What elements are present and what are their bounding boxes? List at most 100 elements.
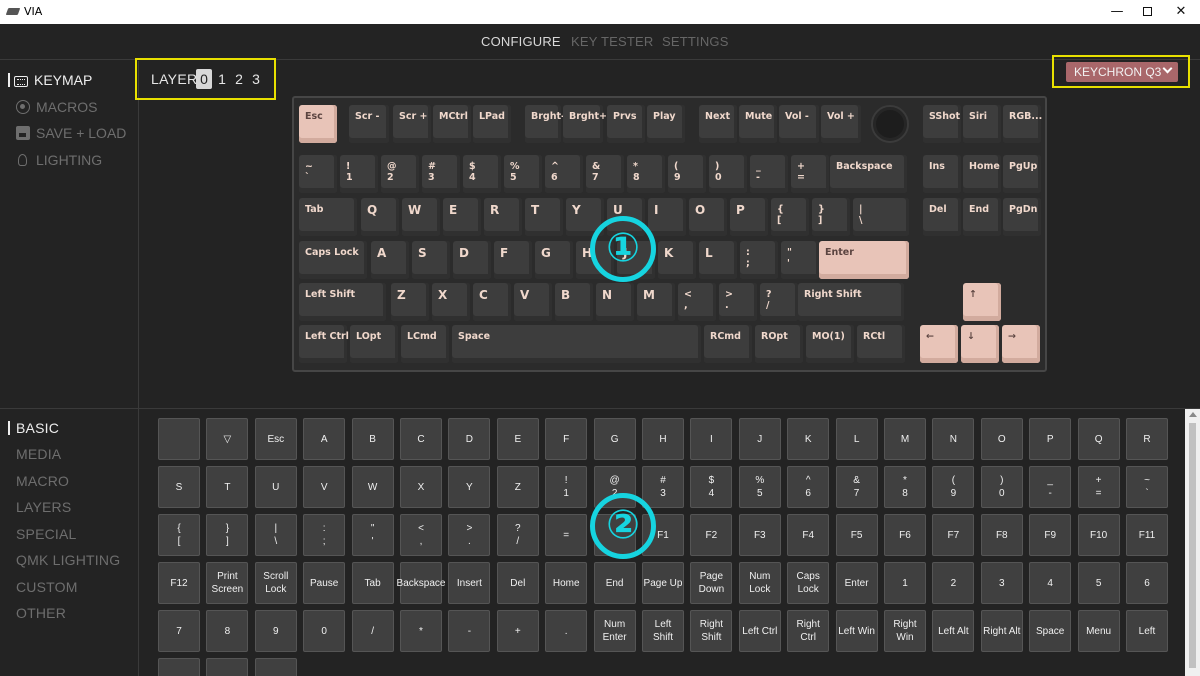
key-row5-6[interactable]: MO(1) xyxy=(806,325,854,363)
key-row1-15[interactable]: Home xyxy=(963,155,1001,193)
key-row5-1[interactable]: LOpt xyxy=(350,325,398,363)
key-row0-11[interactable]: Vol - xyxy=(779,105,819,143)
key-row2-1[interactable]: Q xyxy=(361,198,399,236)
maximize-button[interactable] xyxy=(1129,0,1165,24)
keycode-2-7[interactable]: ? / xyxy=(496,514,539,556)
keycode-0-18[interactable]: P xyxy=(1029,418,1072,460)
tab-key-tester[interactable]: KEY TESTER xyxy=(571,34,653,49)
key-row1-6[interactable]: ^ 6 xyxy=(545,155,583,193)
sidebar-item-save-load[interactable]: SAVE + LOAD xyxy=(16,124,126,142)
key-row4-7[interactable]: M xyxy=(637,283,675,321)
keycode-3-4[interactable]: Tab xyxy=(351,562,394,604)
category-macro[interactable]: MACRO xyxy=(16,473,69,489)
key-row4-1[interactable]: Z xyxy=(391,283,429,321)
keycode-4-19[interactable]: Menu xyxy=(1077,610,1120,652)
key-row4-12[interactable]: ↑ xyxy=(963,283,1001,321)
keycode-4-13[interactable]: Right Ctrl xyxy=(787,610,830,652)
keycode-1-5[interactable]: X xyxy=(400,466,442,508)
category-qmk-lighting[interactable]: QMK LIGHTING xyxy=(16,552,120,568)
keycode-1-0[interactable]: S xyxy=(158,466,200,508)
keycode-2-20[interactable]: F11 xyxy=(1126,514,1168,556)
key-row1-1[interactable]: ! 1 xyxy=(340,155,378,193)
keycode-4-1[interactable]: 8 xyxy=(206,610,249,652)
key-row2-14[interactable]: Del xyxy=(923,198,961,236)
keycode-4-4[interactable]: / xyxy=(351,610,394,652)
key-row2-8[interactable]: I xyxy=(648,198,686,236)
key-row0-4[interactable]: LPad xyxy=(473,105,511,143)
keycode-4-2[interactable]: 9 xyxy=(254,610,297,652)
keycode-3-6[interactable]: Insert xyxy=(448,562,491,604)
key-row1-9[interactable]: ( 9 xyxy=(668,155,706,193)
keycode-5-1[interactable] xyxy=(206,658,249,676)
close-button[interactable]: ✕ xyxy=(1163,0,1199,24)
key-row5-0[interactable]: Left Ctrl xyxy=(299,325,349,363)
keycode-1-4[interactable]: W xyxy=(351,466,394,508)
key-row3-0[interactable]: Caps Lock xyxy=(299,241,367,279)
keyboard-select[interactable]: KEYCHRON Q3 xyxy=(1066,62,1178,82)
keycode-2-19[interactable]: F10 xyxy=(1077,514,1120,556)
keycode-4-8[interactable]: . xyxy=(545,610,588,652)
keycode-2-6[interactable]: > . xyxy=(448,514,491,556)
keycode-0-3[interactable]: A xyxy=(303,418,346,460)
keycode-2-3[interactable]: : ; xyxy=(303,514,346,556)
key-row5-2[interactable]: LCmd xyxy=(401,325,449,363)
key-row1-12[interactable]: + = xyxy=(791,155,829,193)
keycode-1-2[interactable]: U xyxy=(254,466,297,508)
keycode-0-17[interactable]: O xyxy=(980,418,1023,460)
keycode-3-10[interactable]: Page Up xyxy=(642,562,684,604)
keycode-4-6[interactable]: - xyxy=(448,610,491,652)
key-row0-2[interactable]: Scr + xyxy=(393,105,431,143)
keycode-4-5[interactable]: * xyxy=(400,610,442,652)
keycode-4-17[interactable]: Right Alt xyxy=(980,610,1023,652)
category-other[interactable]: OTHER xyxy=(16,605,66,621)
keycode-2-8[interactable]: = xyxy=(545,514,588,556)
category-basic[interactable]: BASIC xyxy=(16,420,59,436)
keycode-0-14[interactable]: L xyxy=(835,418,878,460)
keycode-4-0[interactable]: 7 xyxy=(158,610,200,652)
key-row5-8[interactable]: ← xyxy=(920,325,958,363)
key-row5-3[interactable]: Space xyxy=(452,325,701,363)
keycode-4-14[interactable]: Left Win xyxy=(835,610,878,652)
key-row1-7[interactable]: & 7 xyxy=(586,155,624,193)
key-row4-11[interactable]: Right Shift xyxy=(798,283,904,321)
category-special[interactable]: SPECIAL xyxy=(16,526,77,542)
key-row2-0[interactable]: Tab xyxy=(299,198,357,236)
keycode-1-7[interactable]: Z xyxy=(496,466,539,508)
keycode-2-14[interactable]: F5 xyxy=(835,514,878,556)
key-row0-6[interactable]: Brght+ xyxy=(563,105,607,143)
keycode-5-0[interactable] xyxy=(158,658,200,676)
keycode-3-7[interactable]: Del xyxy=(496,562,539,604)
key-row2-13[interactable]: | \ xyxy=(853,198,909,236)
keycode-3-19[interactable]: 5 xyxy=(1077,562,1120,604)
keycode-0-7[interactable]: E xyxy=(496,418,539,460)
keycode-1-14[interactable]: & 7 xyxy=(835,466,878,508)
keycode-1-20[interactable]: ~ ` xyxy=(1126,466,1168,508)
keycode-3-3[interactable]: Pause xyxy=(303,562,346,604)
keycode-0-15[interactable]: M xyxy=(884,418,926,460)
key-row0-8[interactable]: Play xyxy=(647,105,685,143)
key-row4-4[interactable]: V xyxy=(514,283,552,321)
key-row3-11[interactable]: " ' xyxy=(781,241,819,279)
keycode-2-5[interactable]: < , xyxy=(400,514,442,556)
keycode-3-16[interactable]: 2 xyxy=(932,562,975,604)
key-row1-16[interactable]: PgUp xyxy=(1003,155,1041,193)
keycode-3-15[interactable]: 1 xyxy=(884,562,926,604)
key-row1-3[interactable]: # 3 xyxy=(422,155,460,193)
keycode-3-5[interactable]: Backspace xyxy=(397,562,445,604)
key-row1-0[interactable]: ~ ` xyxy=(299,155,337,193)
keycode-0-19[interactable]: Q xyxy=(1077,418,1120,460)
keycode-5-2[interactable] xyxy=(254,658,297,676)
keycode-3-1[interactable]: Print Screen xyxy=(206,562,249,604)
keycode-4-11[interactable]: Right Shift xyxy=(690,610,733,652)
keycode-0-11[interactable]: I xyxy=(690,418,733,460)
keycode-1-11[interactable]: $ 4 xyxy=(690,466,733,508)
keycode-2-16[interactable]: F7 xyxy=(932,514,975,556)
key-row4-3[interactable]: C xyxy=(473,283,511,321)
keycode-1-17[interactable]: ) 0 xyxy=(980,466,1023,508)
key-row4-5[interactable]: B xyxy=(555,283,593,321)
keycode-0-20[interactable]: R xyxy=(1126,418,1168,460)
key-row0-1[interactable]: Scr - xyxy=(349,105,389,143)
keycode-1-15[interactable]: * 8 xyxy=(884,466,926,508)
keycode-2-11[interactable]: F2 xyxy=(690,514,733,556)
key-row2-15[interactable]: End xyxy=(963,198,1001,236)
